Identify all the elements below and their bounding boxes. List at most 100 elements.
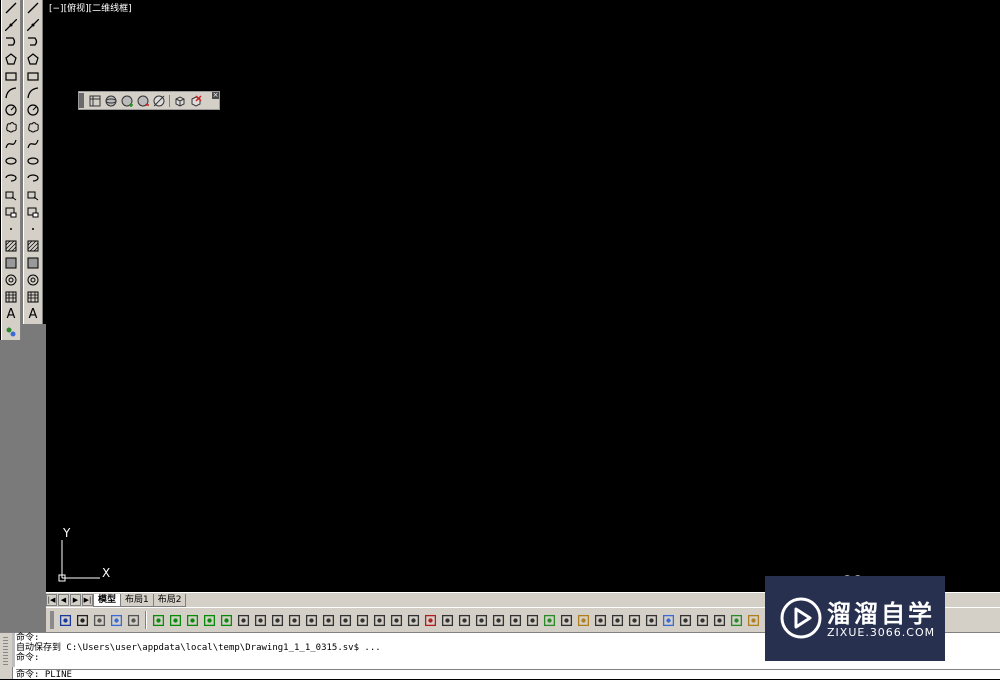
sphere-remove-icon[interactable] — [135, 94, 151, 108]
arc-icon[interactable] — [25, 85, 41, 101]
command-input[interactable]: 命令: PLINE — [16, 669, 1000, 680]
rectangle-icon[interactable] — [25, 68, 41, 84]
inspection-icon[interactable] — [456, 612, 473, 629]
match-layer-icon[interactable] — [592, 612, 609, 629]
sphere-add-icon[interactable] — [119, 94, 135, 108]
revision-cloud-icon[interactable] — [3, 119, 19, 135]
dimension-text-edit-icon[interactable] — [507, 612, 524, 629]
polyline-icon[interactable] — [25, 34, 41, 50]
table-icon[interactable] — [25, 289, 41, 305]
snap-grid-icon[interactable] — [167, 612, 184, 629]
polygon-icon[interactable] — [25, 51, 41, 67]
box-view-icon[interactable] — [172, 94, 188, 108]
block-editor-icon[interactable] — [694, 612, 711, 629]
polyline-icon[interactable] — [3, 34, 19, 50]
polygon-icon[interactable] — [3, 51, 19, 67]
object-snap-icon[interactable] — [150, 612, 167, 629]
layer-icon[interactable] — [558, 612, 575, 629]
dimension-jogged-icon[interactable] — [320, 612, 337, 629]
layer-state-icon[interactable] — [575, 612, 592, 629]
insert-block-icon[interactable] — [3, 187, 19, 203]
ellipse-icon[interactable] — [25, 153, 41, 169]
make-block-icon[interactable] — [3, 204, 19, 220]
tab-prev-button[interactable]: ◀ — [58, 594, 69, 606]
multiline-text-icon[interactable]: A — [3, 306, 19, 323]
ellipse-icon[interactable] — [3, 153, 19, 169]
ellipse-arc-icon[interactable] — [25, 170, 41, 186]
toolbar-grip[interactable] — [50, 611, 54, 629]
center-mark-icon[interactable] — [439, 612, 456, 629]
point-icon[interactable] — [3, 221, 19, 237]
image-icon[interactable] — [745, 612, 762, 629]
publish-icon[interactable] — [108, 612, 125, 629]
spline-icon[interactable] — [25, 136, 41, 152]
xref-icon[interactable] — [728, 612, 745, 629]
layout-tab[interactable]: 布局2 — [152, 593, 187, 607]
attribute-icon[interactable] — [711, 612, 728, 629]
hatch-icon[interactable] — [25, 238, 41, 254]
dimension-linear-icon[interactable] — [235, 612, 252, 629]
dimension-arc-icon[interactable] — [269, 612, 286, 629]
point-icon[interactable] — [25, 221, 41, 237]
sphere-slice-icon[interactable] — [151, 94, 167, 108]
construction-line-icon[interactable] — [3, 17, 19, 33]
3d-grid-icon[interactable] — [87, 94, 103, 108]
erase-icon[interactable] — [125, 612, 142, 629]
spline-icon[interactable] — [3, 136, 19, 152]
dimension-diameter-icon[interactable] — [337, 612, 354, 629]
arc-icon[interactable] — [3, 85, 19, 101]
command-scrollbar[interactable] — [12, 633, 15, 667]
osnap-track-icon[interactable] — [218, 612, 235, 629]
delete-view-icon[interactable] — [188, 94, 204, 108]
insert-block-icon[interactable] — [25, 187, 41, 203]
text-style-icon[interactable] — [643, 612, 660, 629]
layout-tab[interactable]: 布局1 — [120, 593, 154, 607]
layout-tab[interactable]: 模型 — [93, 593, 122, 607]
plot-icon[interactable] — [91, 612, 108, 629]
table-style-icon[interactable] — [660, 612, 677, 629]
tab-first-button[interactable]: |◀ — [46, 594, 57, 606]
multileader-style-icon[interactable] — [677, 612, 694, 629]
tab-next-button[interactable]: ▶ — [70, 594, 81, 606]
region-icon[interactable] — [25, 272, 41, 288]
toolbar-grip[interactable] — [79, 93, 84, 108]
save-icon[interactable] — [74, 612, 91, 629]
viewport-controls-label[interactable]: [−][俯视][二维线框] — [49, 1, 132, 14]
dimension-style-icon[interactable] — [541, 612, 558, 629]
ellipse-arc-icon[interactable] — [3, 170, 19, 186]
line-icon[interactable] — [3, 0, 19, 16]
circle-icon[interactable] — [25, 102, 41, 118]
gradient-icon[interactable] — [3, 255, 19, 271]
dimension-update-icon[interactable] — [524, 612, 541, 629]
construction-line-icon[interactable] — [25, 17, 41, 33]
dimension-aligned-icon[interactable] — [252, 612, 269, 629]
dimension-edit-icon[interactable] — [490, 612, 507, 629]
dimension-ordinate-icon[interactable] — [286, 612, 303, 629]
sphere-view-icon[interactable] — [103, 94, 119, 108]
add-selected-icon[interactable] — [3, 324, 19, 340]
baseline-icon[interactable] — [388, 612, 405, 629]
rectangle-icon[interactable] — [3, 68, 19, 84]
continue-icon[interactable] — [405, 612, 422, 629]
quick-dimension-icon[interactable] — [371, 612, 388, 629]
dimension-angular-icon[interactable] — [354, 612, 371, 629]
save-drawing-icon[interactable] — [57, 612, 74, 629]
make-block-icon[interactable] — [25, 204, 41, 220]
multiline-text-icon[interactable]: A — [25, 306, 41, 323]
close-icon[interactable]: × — [212, 92, 219, 99]
circle-icon[interactable] — [3, 102, 19, 118]
dimension-radius-icon[interactable] — [303, 612, 320, 629]
ortho-icon[interactable] — [184, 612, 201, 629]
layer-previous-icon[interactable] — [609, 612, 626, 629]
polar-icon[interactable] — [201, 612, 218, 629]
tab-last-button[interactable]: ▶| — [82, 594, 93, 606]
layer-isolate-icon[interactable] — [626, 612, 643, 629]
tolerance-icon[interactable] — [422, 612, 439, 629]
table-icon[interactable] — [3, 289, 19, 305]
region-icon[interactable] — [3, 272, 19, 288]
jogged-linear-icon[interactable] — [473, 612, 490, 629]
gradient-icon[interactable] — [25, 255, 41, 271]
revision-cloud-icon[interactable] — [25, 119, 41, 135]
line-icon[interactable] — [25, 0, 41, 16]
hatch-icon[interactable] — [3, 238, 19, 254]
